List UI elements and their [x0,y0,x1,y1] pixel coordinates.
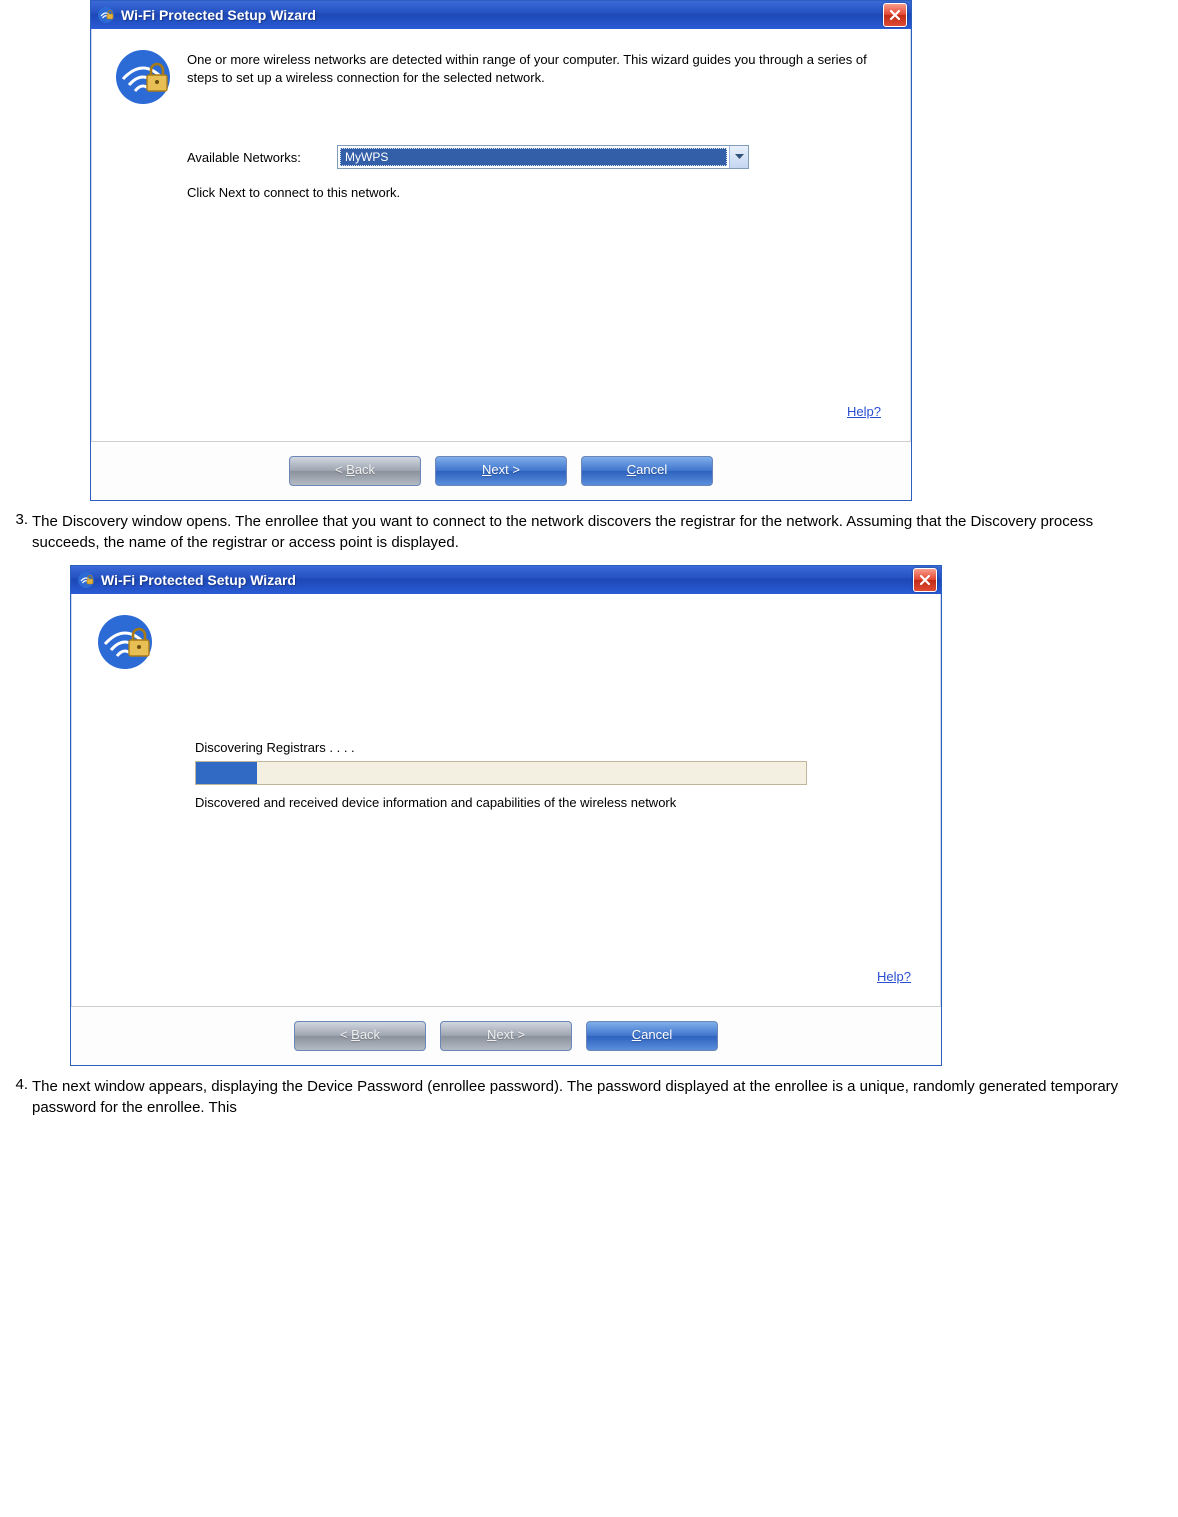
step-3: 3. The Discovery window opens. The enrol… [0,511,1158,553]
window-title: Wi-Fi Protected Setup Wizard [121,7,883,23]
step-text: The Discovery window opens. The enrollee… [32,511,1158,553]
button-bar: < Back Next > Cancel [91,441,911,500]
click-next-instruction: Click Next to connect to this network. [187,185,887,200]
discovering-label: Discovering Registrars . . . . [195,740,835,755]
back-button[interactable]: < Back [289,456,421,486]
next-button[interactable]: Next > [435,456,567,486]
button-bar: < Back Next > Cancel [71,1006,941,1065]
chevron-down-icon[interactable] [729,146,748,168]
wps-wizard-dialog-1: Wi-Fi Protected Setup Wizard [90,0,912,501]
wps-wizard-dialog-2: Wi-Fi Protected Setup Wizard [70,565,942,1066]
wifi-lock-icon [97,614,153,670]
cancel-button[interactable]: Cancel [581,456,713,486]
wifi-lock-icon [115,49,171,105]
available-networks-dropdown[interactable]: MyWPS [337,145,749,169]
close-button[interactable] [913,568,937,592]
available-networks-label: Available Networks: [187,150,337,165]
help-link[interactable]: Help? [877,969,911,984]
next-button[interactable]: Next > [440,1021,572,1051]
back-button[interactable]: < Back [294,1021,426,1051]
step-4: 4. The next window appears, displaying t… [0,1076,1158,1118]
window-title: Wi-Fi Protected Setup Wizard [101,572,913,588]
cancel-button[interactable]: Cancel [586,1021,718,1051]
step-number: 3. [0,511,32,553]
wifi-lock-icon [97,6,115,24]
selected-network: MyWPS [340,148,727,166]
title-bar[interactable]: Wi-Fi Protected Setup Wizard [91,1,911,29]
step-text: The next window appears, displaying the … [32,1076,1158,1118]
step-number: 4. [0,1076,32,1118]
wifi-lock-icon [77,571,95,589]
intro-text: One or more wireless networks are detect… [187,49,887,105]
close-button[interactable] [883,3,907,27]
progress-bar [195,761,807,785]
discovery-status-text: Discovered and received device informati… [195,795,835,810]
help-link[interactable]: Help? [847,404,881,419]
progress-fill [196,762,257,784]
title-bar[interactable]: Wi-Fi Protected Setup Wizard [71,566,941,594]
